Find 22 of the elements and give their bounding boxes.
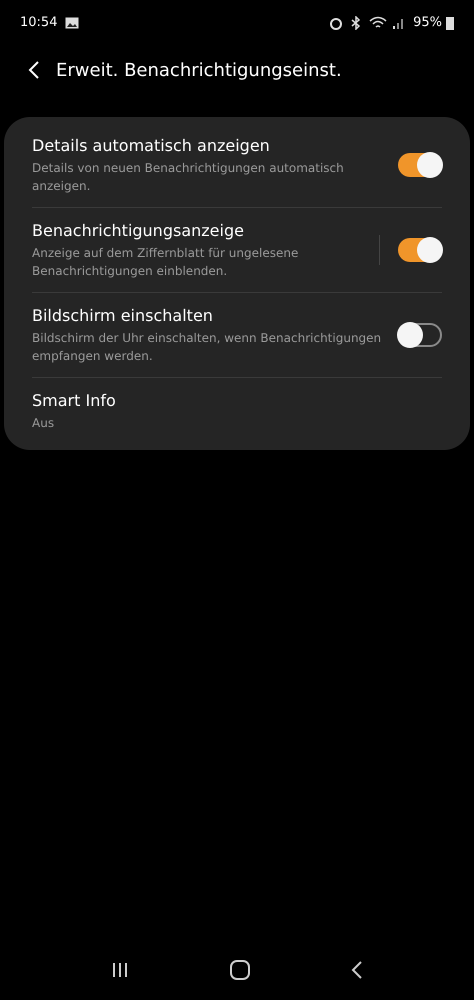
setting-title[interactable]: Smart Info [32, 390, 430, 412]
page-title: Erweit. Benachrichtigungseinst. [56, 58, 342, 82]
status-time: 10:54 [20, 14, 58, 32]
recent-apps-icon[interactable] [110, 962, 129, 978]
setting-description: Details von neuen Benachrichtigungen automatisch anzeigen. [32, 160, 345, 195]
wifi-icon [369, 16, 388, 30]
signal-icon [393, 16, 406, 28]
home-icon[interactable] [230, 960, 250, 980]
battery-icon [446, 16, 454, 30]
toggle-switch[interactable] [398, 323, 442, 347]
setting-description: Aus [32, 415, 56, 432]
toggle-switch[interactable] [398, 153, 442, 177]
setting-title[interactable]: Bildschirm einschalten [32, 305, 386, 327]
setting-title[interactable]: Benachrichtigungsanzeige [32, 220, 367, 242]
bluetooth-icon [351, 16, 362, 30]
setting-description: Anzeige auf dem Ziffernblatt für ungelesene Benachrichtigungen einblenden. [32, 245, 300, 280]
back-icon[interactable] [351, 961, 364, 979]
setting-description: Bildschirm der Uhr einschalten, wenn Benachrichtigungen empfangen werden. [32, 330, 382, 365]
setting-title[interactable]: Details automatisch anzeigen [32, 135, 386, 157]
image-icon [65, 16, 80, 28]
toggle-switch[interactable] [398, 238, 442, 262]
battery-percent: 95% [413, 14, 442, 32]
